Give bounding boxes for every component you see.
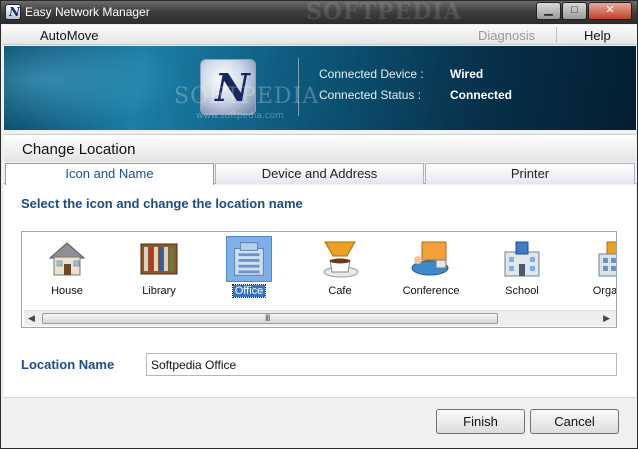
horizontal-scrollbar[interactable]: ◀ III ▶ (24, 310, 616, 326)
menu-automove[interactable]: AutoMove (40, 28, 99, 43)
connected-device-label: Connected Device : (319, 67, 424, 81)
scrollbar-thumb[interactable]: III (42, 313, 498, 324)
tab-printer[interactable]: Printer (425, 163, 635, 184)
location-option-office[interactable]: Office (209, 236, 289, 304)
menu-diagnosis[interactable]: Diagnosis (478, 28, 535, 43)
school-icon (499, 236, 545, 282)
menu-help[interactable]: Help (584, 28, 611, 43)
tab-icon-and-name[interactable]: Icon and Name (5, 163, 214, 185)
location-option-school[interactable]: School (482, 236, 562, 304)
watermark-text: SOFTPEDIA (306, 0, 462, 25)
connected-device-value: Wired (450, 67, 484, 81)
cancel-button[interactable]: Cancel (530, 409, 619, 434)
tab-bar: Icon and Name Device and Address Printer (4, 163, 636, 185)
location-option-cafe[interactable]: Cafe (300, 236, 380, 304)
location-option-house[interactable]: House (27, 236, 107, 304)
location-option-library[interactable]: Library (119, 236, 199, 304)
location-name-label: Location Name (21, 357, 115, 372)
menu-bar: AutoMove Diagnosis Help (2, 25, 636, 45)
location-option-label: House (51, 285, 83, 297)
location-option-conference[interactable]: Conference (391, 236, 471, 304)
scroll-right-arrow-icon[interactable]: ▶ (603, 313, 610, 324)
location-icon-list[interactable]: House Library Office Cafe Conference Sch… (21, 231, 617, 328)
menu-separator (556, 27, 557, 43)
cafe-icon (317, 236, 363, 282)
location-name-input[interactable] (146, 353, 617, 376)
maximize-button[interactable]: □ (562, 2, 587, 20)
banner-watermark-url: www.softpedia.com (196, 111, 284, 121)
app-window: Easy Network Manager SOFTPEDIA ▁ □ ✕ Aut… (0, 0, 638, 449)
library-icon (136, 236, 182, 282)
location-option-label: Conference (402, 285, 460, 297)
instruction-text: Select the icon and change the location … (21, 196, 303, 211)
window-title: Easy Network Manager (25, 5, 150, 19)
minimize-button[interactable]: ▁ (536, 2, 561, 20)
house-icon (44, 236, 90, 282)
footer-divider (4, 397, 636, 398)
organization-icon (589, 236, 616, 282)
tab-device-and-address[interactable]: Device and Address (215, 163, 424, 184)
location-option-label: School (505, 285, 539, 297)
section-header: Change Location (4, 134, 636, 162)
location-option-label: Cafe (328, 285, 352, 297)
location-option-organization[interactable]: Organiz (572, 236, 617, 304)
banner-divider (298, 58, 299, 116)
app-logo-icon (5, 4, 21, 20)
connected-status-value: Connected (450, 88, 513, 102)
conference-icon (408, 236, 454, 282)
location-option-label: Office (231, 284, 267, 298)
title-bar[interactable]: Easy Network Manager SOFTPEDIA ▁ □ ✕ (1, 0, 637, 25)
scrollbar-grip-icon: III (265, 313, 270, 323)
connected-status-label: Connected Status : (319, 88, 422, 102)
close-button[interactable]: ✕ (588, 2, 632, 20)
scroll-left-arrow-icon[interactable]: ◀ (28, 313, 35, 324)
location-option-label: Library (142, 285, 176, 297)
tab-panel: Select the icon and change the location … (4, 185, 636, 397)
status-banner: SOFTPEDIA www.softpedia.com Connected De… (4, 46, 636, 130)
office-icon (226, 236, 272, 282)
page-title: Change Location (22, 141, 136, 158)
finish-button[interactable]: Finish (436, 409, 525, 434)
location-option-label: Organiz (592, 285, 617, 297)
